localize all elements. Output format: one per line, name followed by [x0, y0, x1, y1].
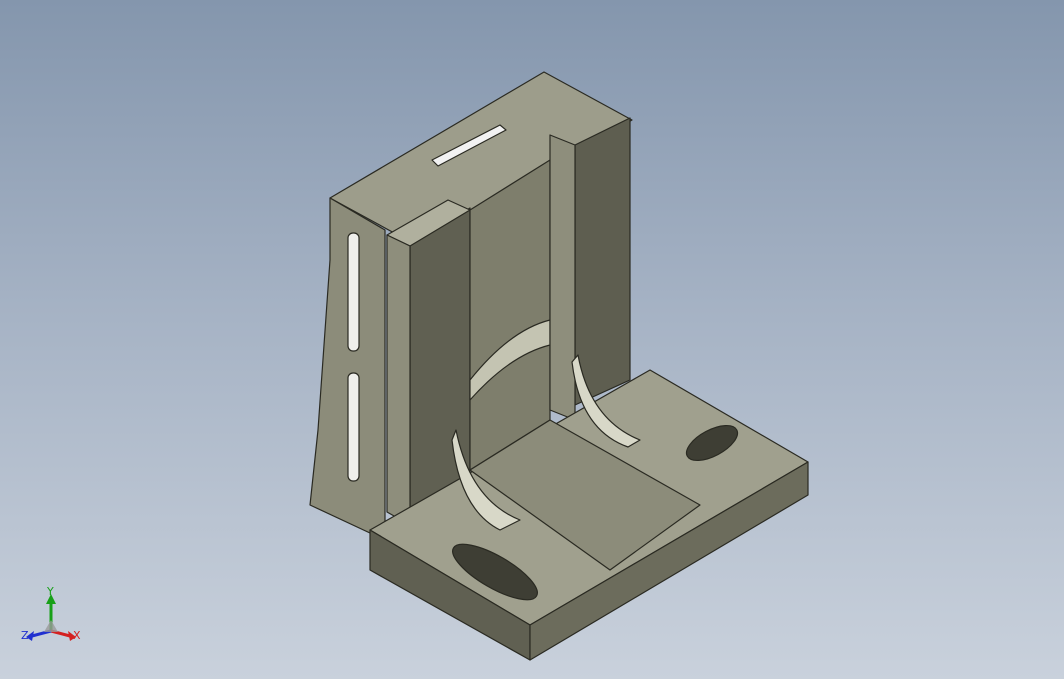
side-slot-upper — [347, 232, 360, 352]
triad-y-label: Y — [47, 585, 54, 598]
axis-triad[interactable]: Y X Z — [18, 586, 88, 656]
3d-bracket-model[interactable] — [0, 0, 1064, 679]
side-slot-lower — [347, 372, 360, 482]
right-column-front-face — [574, 117, 631, 406]
triad-z-label: Z — [21, 629, 29, 642]
left-column-side-face — [386, 234, 411, 526]
right-column-side-face — [549, 134, 576, 421]
triad-x-label: X — [73, 629, 81, 642]
graphics-viewport[interactable]: Y X Z — [0, 0, 1064, 679]
center-opening — [469, 159, 551, 471]
